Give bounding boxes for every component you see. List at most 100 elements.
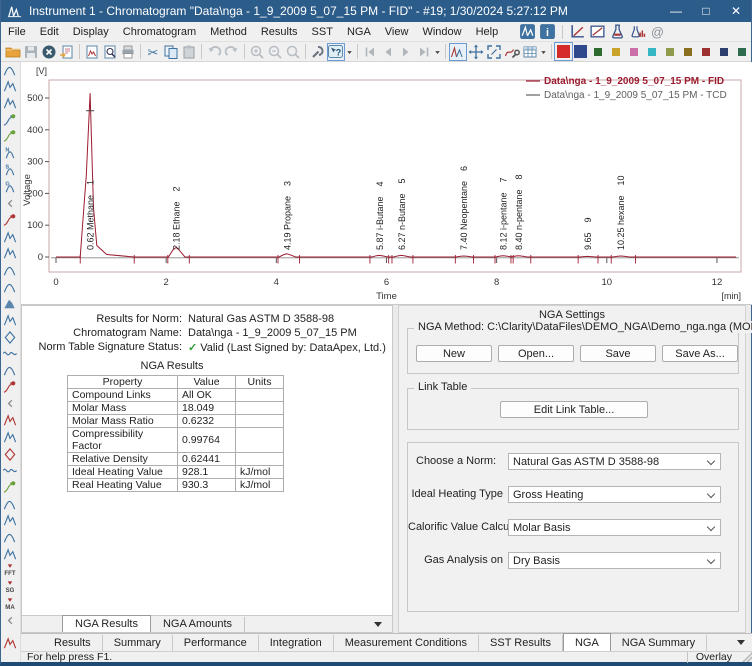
table-dropdown[interactable] [539,43,548,61]
new-button[interactable]: New [416,345,492,362]
valley-flag-icon[interactable] [2,129,20,145]
hump-icon[interactable] [2,280,20,296]
peak-g-icon[interactable]: G [2,180,20,196]
filled-peak-icon[interactable] [2,296,20,312]
menu-view[interactable]: View [378,24,416,40]
tab-measurement-conditions[interactable]: Measurement Conditions [334,635,480,651]
menu-file[interactable]: File [1,24,33,40]
table-row[interactable]: Molar Mass Ratio 0.6232 [67,414,284,428]
tab-nga-summary[interactable]: NGA Summary [611,635,708,651]
flask-chart-icon[interactable] [629,23,646,40]
graph-properties-button[interactable] [503,43,521,61]
tab-integration[interactable]: Integration [259,635,334,651]
wave-icon[interactable] [2,346,20,362]
check-curve-icon[interactable] [2,480,20,496]
cut-button[interactable]: ✂ [144,43,162,61]
choose-a-norm-select[interactable]: Natural Gas ASTM D 3588-98 [508,453,721,470]
overlay-mode-button[interactable] [449,42,467,61]
peak-a-icon[interactable] [2,530,20,546]
double-peak-icon[interactable] [2,96,20,112]
chromatogram-panel[interactable]: 0 100 200 300 400 500 [V] Voltage 0 2 4 6 8 10 12 Time[… [21,62,752,305]
plain-peak-icon[interactable] [2,497,20,513]
two-hump-line-icon[interactable] [2,246,20,262]
menu-chromatogram[interactable]: Chromatogram [116,24,203,40]
menu-display[interactable]: Display [66,24,116,40]
peak-tool-icon[interactable] [2,79,20,95]
edit-link-table-button[interactable]: Edit Link Table... [500,401,648,418]
menu-sst[interactable]: SST [305,24,340,40]
fit-to-window-button[interactable] [485,43,503,61]
rounded-peak-icon[interactable] [2,263,20,279]
copy-button[interactable] [162,43,180,61]
savitzky-golay-icon[interactable]: SG [2,580,20,596]
signal-color-swatch-3[interactable] [630,47,638,56]
calibration-window-icon[interactable] [589,23,606,40]
diamond-icon[interactable] [2,330,20,346]
menu-edit[interactable]: Edit [33,24,66,40]
menu-nga[interactable]: NGA [340,24,378,40]
close-chromatogram-button[interactable] [40,43,58,61]
tab-results[interactable]: Results [43,635,103,651]
strip-scroll-icon-3[interactable] [2,613,20,629]
maximize-button[interactable]: □ [691,0,721,22]
signal-color-swatch-large-2[interactable] [574,45,587,58]
tab-summary[interactable]: Summary [103,635,173,651]
two-hump-icon[interactable] [2,230,20,246]
print-preview-button[interactable] [101,43,119,61]
signal-color-swatch-4[interactable] [648,47,656,56]
tab-performance[interactable]: Performance [173,635,259,651]
menu-window[interactable]: Window [415,24,468,40]
peak-s-icon[interactable]: S [2,163,20,179]
gas-analysis-on-select[interactable]: Dry Basis [508,552,721,569]
peak-arrows-icon[interactable] [2,430,20,446]
minimize-button[interactable]: — [661,0,691,22]
signal-color-swatch-2[interactable] [612,47,620,56]
signal-color-swatch-6[interactable] [684,47,692,56]
waves-arrows-icon[interactable] [2,463,20,479]
signal-color-swatch-9[interactable] [738,47,746,56]
crossed-peaks-icon[interactable] [2,413,20,429]
open-method-button[interactable] [58,43,76,61]
baseline-red-flag-icon[interactable] [2,213,20,229]
peak-plusminus-icon[interactable] [2,513,20,529]
menu-method[interactable]: Method [203,24,254,40]
red-p-flag-icon[interactable] [2,380,20,396]
chromatogram-window-icon[interactable] [519,23,536,40]
baseline-flag-icon[interactable] [2,113,20,129]
table-row[interactable]: Relative Density 0.62441 [67,452,284,466]
strip-scroll-icon-2[interactable] [2,396,20,412]
save-button[interactable]: Save [580,345,656,362]
signal-color-swatch-5[interactable] [666,47,674,56]
menu-help[interactable]: Help [469,24,506,40]
context-help-button[interactable]: ? [327,42,345,61]
at-icon[interactable]: @ [649,23,666,40]
chromatogram-file-button[interactable] [83,43,101,61]
flower-peaks-icon[interactable] [2,547,20,563]
flask-icon[interactable] [609,23,626,40]
subtab-nga-results[interactable]: NGA Results [62,615,151,632]
save-as-button[interactable]: Save As... [662,345,738,362]
calibration-icon[interactable] [569,23,586,40]
overlay-peaks-red-icon[interactable] [2,636,20,652]
fft-filter-icon[interactable]: FFT [2,563,20,579]
tab-nga[interactable]: NGA [562,633,611,651]
menu-results[interactable]: Results [254,24,305,40]
cut-baseline-icon[interactable] [2,447,20,463]
table-row[interactable]: Ideal Heating Value 928.1 kJ/mol [67,465,284,479]
peak-n-icon[interactable]: N [2,146,20,162]
ideal-heating-type-select[interactable]: Gross Heating [508,486,721,503]
tab-sst-results[interactable]: SST Results [479,635,563,651]
print-button[interactable] [119,43,137,61]
chromatogram-chart[interactable]: 0100200300400500[V]Voltage0 2 4 6 8 10 12Time[… [21,62,752,305]
close-button[interactable]: ✕ [721,0,751,22]
subtab-nga-amounts[interactable]: NGA Amounts [151,617,246,632]
signal-color-swatch-large-1[interactable] [554,42,573,61]
subtab-overflow-caret[interactable] [374,621,382,627]
strip-scroll-icon[interactable] [2,196,20,212]
peak-group-icon[interactable] [2,313,20,329]
table-row[interactable]: Real Heating Value 930.3 kJ/mol [67,478,284,492]
table-row[interactable]: Compound Links All OK [67,388,284,402]
open-button[interactable]: Open... [498,345,574,362]
signal-color-swatch-7[interactable] [702,47,710,56]
resize-grip[interactable] [742,652,752,662]
